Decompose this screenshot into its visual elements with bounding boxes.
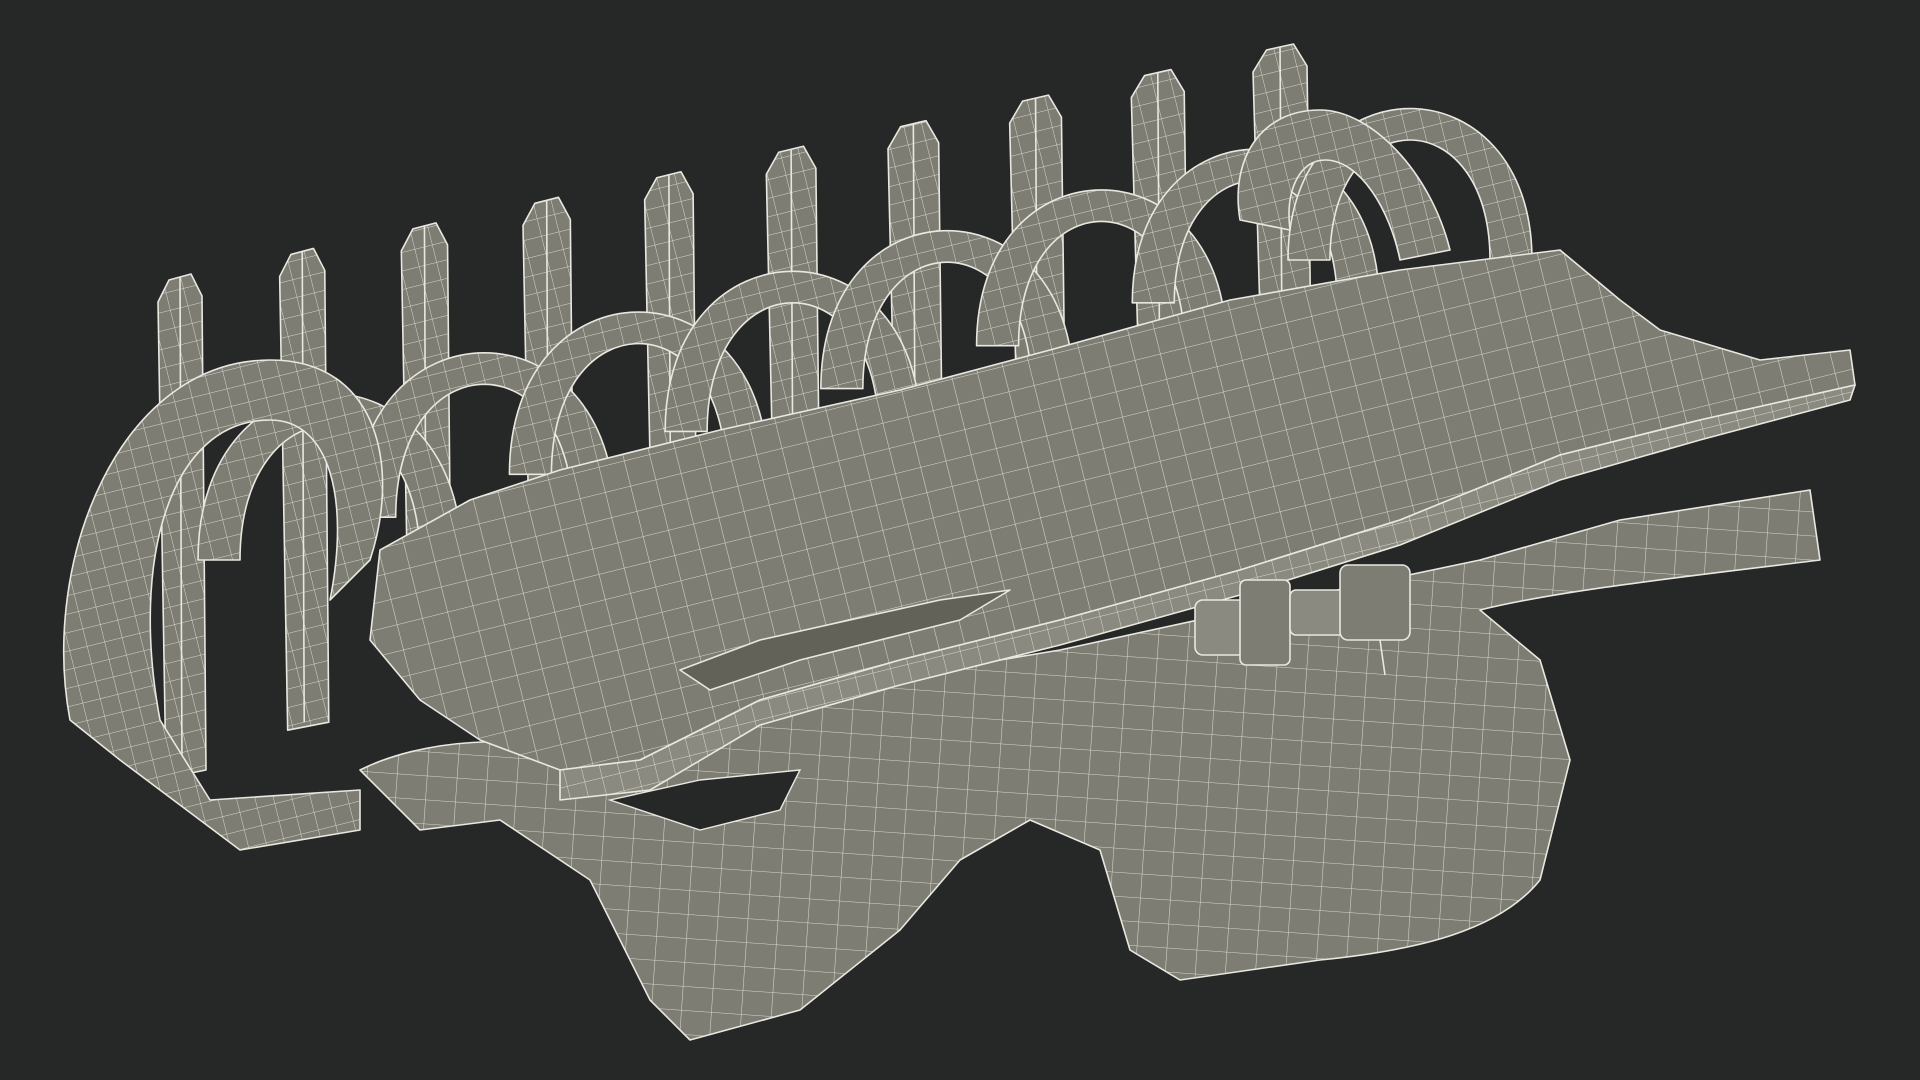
claw-arch-front-left — [62, 359, 384, 851]
wireframe-render-viewport — [62, 43, 1856, 1041]
claw-tooth — [278, 247, 330, 732]
claw-tooth — [157, 273, 207, 779]
